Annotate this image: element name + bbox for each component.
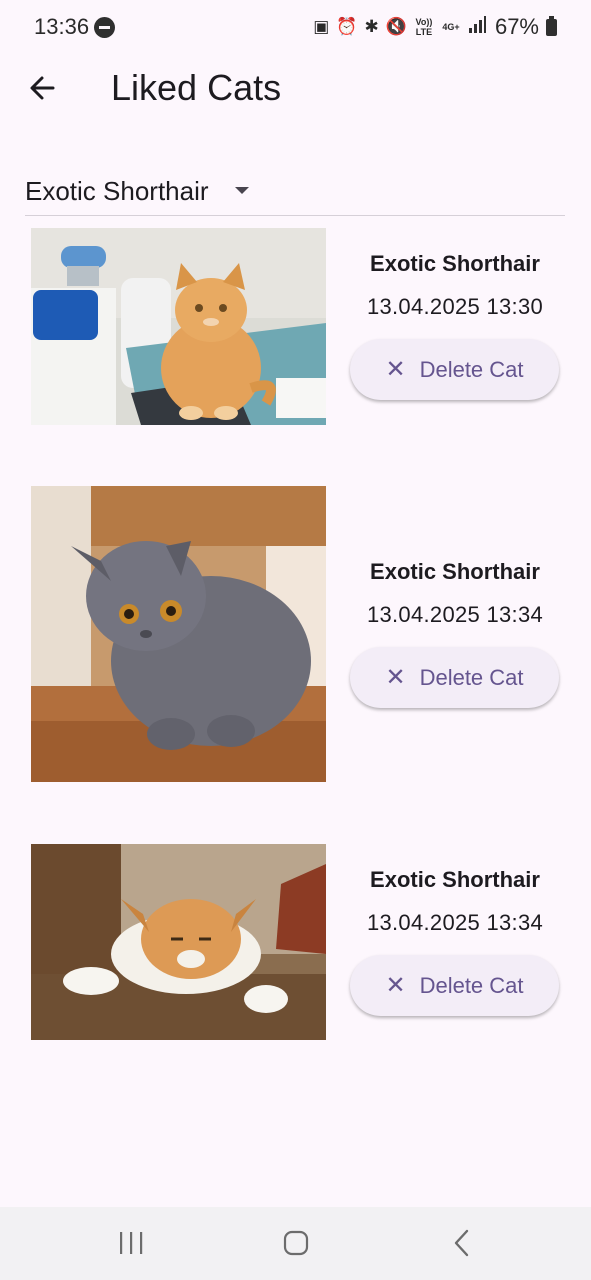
app-bar: Liked Cats bbox=[0, 56, 591, 120]
mute-icon: 🔇 bbox=[385, 17, 407, 36]
recent-apps-button[interactable] bbox=[101, 1221, 161, 1265]
home-button[interactable] bbox=[266, 1221, 326, 1265]
battery-icon bbox=[546, 15, 557, 36]
cat-breed-name: Exotic Shorthair bbox=[370, 867, 540, 892]
signal-icon bbox=[468, 16, 486, 38]
notification-app-icon: ▣ bbox=[313, 17, 330, 36]
delete-cat-button[interactable]: ✕ Delete Cat bbox=[350, 955, 559, 1016]
system-nav-bar bbox=[0, 1207, 591, 1280]
delete-cat-label: Delete Cat bbox=[419, 356, 524, 382]
caret-down-icon bbox=[235, 187, 249, 194]
cat-info: Exotic Shorthair 13.04.2025 13:30 ✕ Dele… bbox=[350, 249, 560, 400]
system-back-button[interactable] bbox=[432, 1221, 492, 1265]
cat-liked-date: 13.04.2025 13:34 bbox=[366, 910, 544, 935]
cat-liked-date: 13.04.2025 13:34 bbox=[366, 602, 544, 627]
status-bar: 13:36 ▣ ⏰ ✱ 🔇 Vo)) LTE 4G+ 67% bbox=[0, 0, 591, 56]
volte-indicator: Vo)) LTE bbox=[415, 17, 433, 37]
cat-info: Exotic Shorthair 13.04.2025 13:34 ✕ Dele… bbox=[350, 557, 560, 708]
alarm-icon: ⏰ bbox=[336, 17, 358, 36]
network-type-indicator: 4G+ bbox=[442, 22, 460, 32]
close-icon: ✕ bbox=[385, 663, 406, 691]
status-time: 13:36 bbox=[34, 14, 90, 39]
battery-percent: 67% bbox=[494, 14, 539, 39]
chevron-left-icon bbox=[454, 1229, 469, 1257]
delete-cat-button[interactable]: ✕ Delete Cat bbox=[350, 339, 559, 400]
page-title: Liked Cats bbox=[111, 67, 282, 108]
delete-cat-label: Delete Cat bbox=[419, 972, 524, 998]
home-icon bbox=[283, 1230, 309, 1256]
recent-apps-icon bbox=[120, 1232, 143, 1254]
cat-photo bbox=[31, 486, 326, 782]
back-button[interactable] bbox=[18, 64, 66, 112]
cat-info: Exotic Shorthair 13.04.2025 13:34 ✕ Dele… bbox=[350, 865, 560, 1016]
breed-filter-dropdown[interactable]: Exotic Shorthair bbox=[25, 170, 565, 216]
close-icon: ✕ bbox=[385, 355, 406, 383]
breed-filter-value: Exotic Shorthair bbox=[25, 176, 209, 206]
delete-cat-button[interactable]: ✕ Delete Cat bbox=[350, 647, 559, 708]
cat-breed-name: Exotic Shorthair bbox=[370, 559, 540, 584]
cat-photo bbox=[31, 228, 326, 425]
delete-cat-label: Delete Cat bbox=[419, 664, 524, 690]
do-not-disturb-icon bbox=[94, 17, 115, 38]
cat-breed-name: Exotic Shorthair bbox=[370, 251, 540, 276]
arrow-left-icon bbox=[30, 76, 55, 100]
close-icon: ✕ bbox=[385, 971, 406, 999]
bluetooth-icon: ✱ bbox=[364, 17, 379, 36]
cat-liked-date: 13.04.2025 13:30 bbox=[366, 294, 544, 319]
cat-photo bbox=[31, 844, 326, 1040]
status-icons: ▣ ⏰ ✱ 🔇 Vo)) LTE 4G+ 67% bbox=[313, 14, 557, 40]
